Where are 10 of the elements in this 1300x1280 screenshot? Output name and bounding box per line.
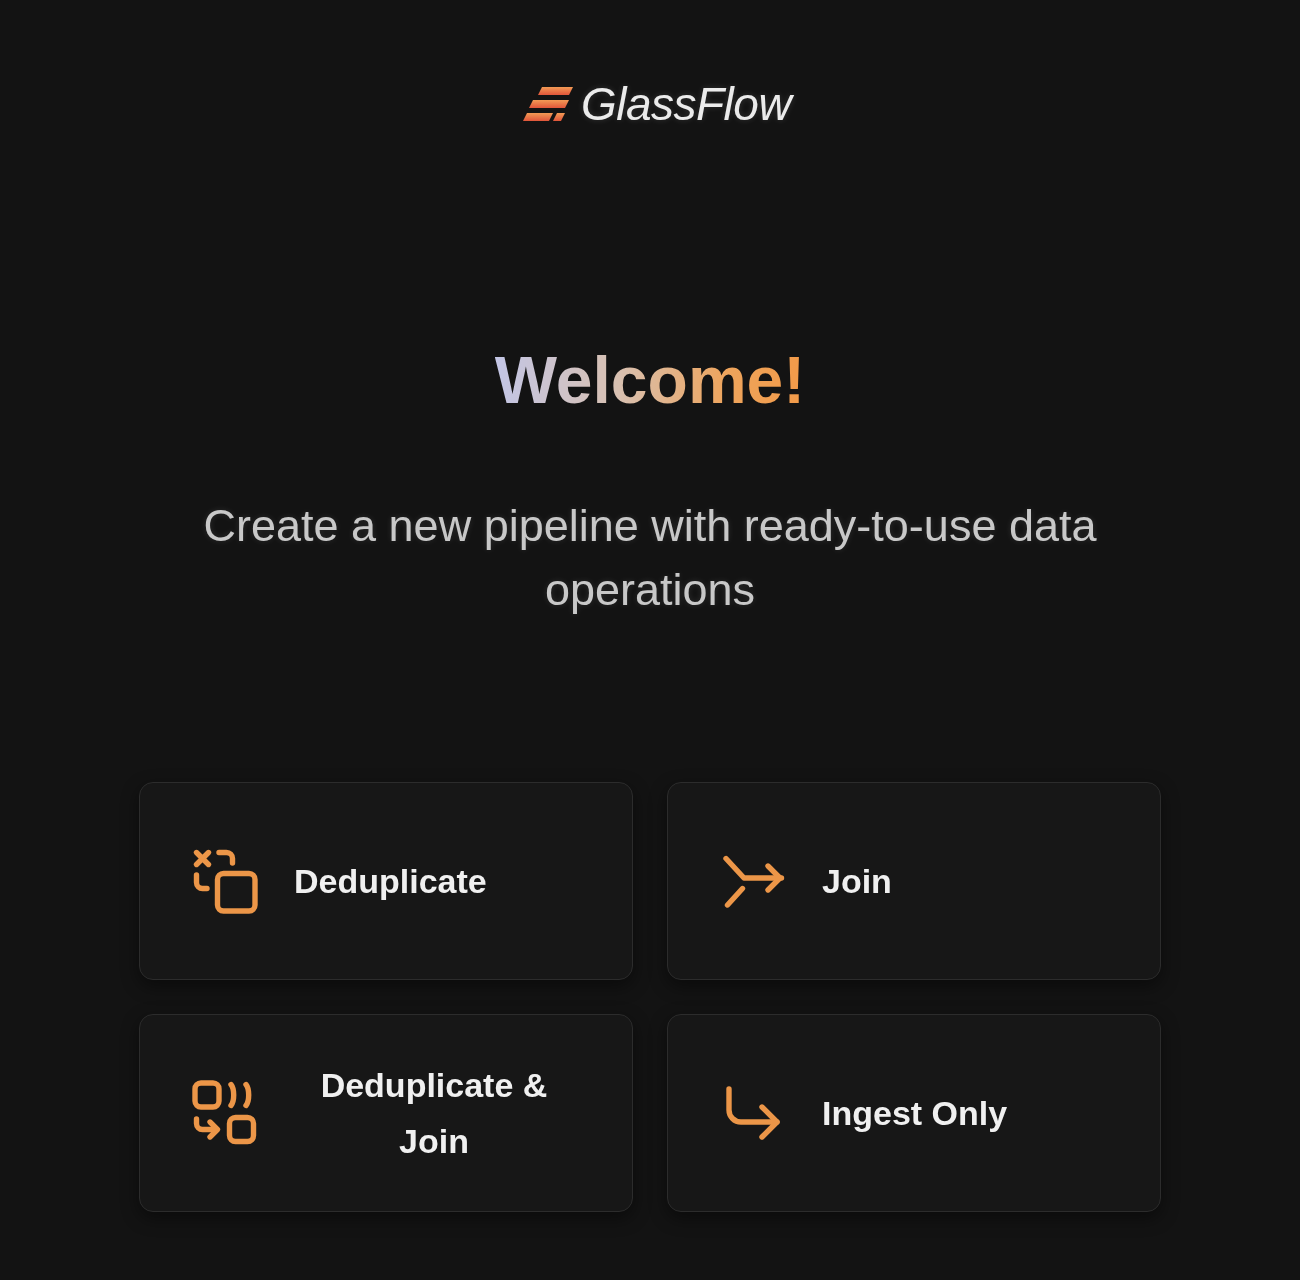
operation-card[interactable]: Deduplicate xyxy=(139,782,633,980)
logo-wordmark: GlassFlow xyxy=(580,78,792,130)
subtitle-text: Create a new pipeline with ready-to-use data operations xyxy=(202,499,1098,617)
logo-icon xyxy=(522,87,573,121)
squares-arrow-icon xyxy=(192,1080,258,1146)
operation-card[interactable]: Ingest Only xyxy=(667,1014,1161,1212)
operation-card[interactable]: Join xyxy=(667,782,1161,980)
corner-down-right-icon xyxy=(723,1083,783,1143)
copy-x-icon xyxy=(192,848,258,914)
operation-card[interactable]: Deduplicate & Join xyxy=(139,1014,633,1212)
